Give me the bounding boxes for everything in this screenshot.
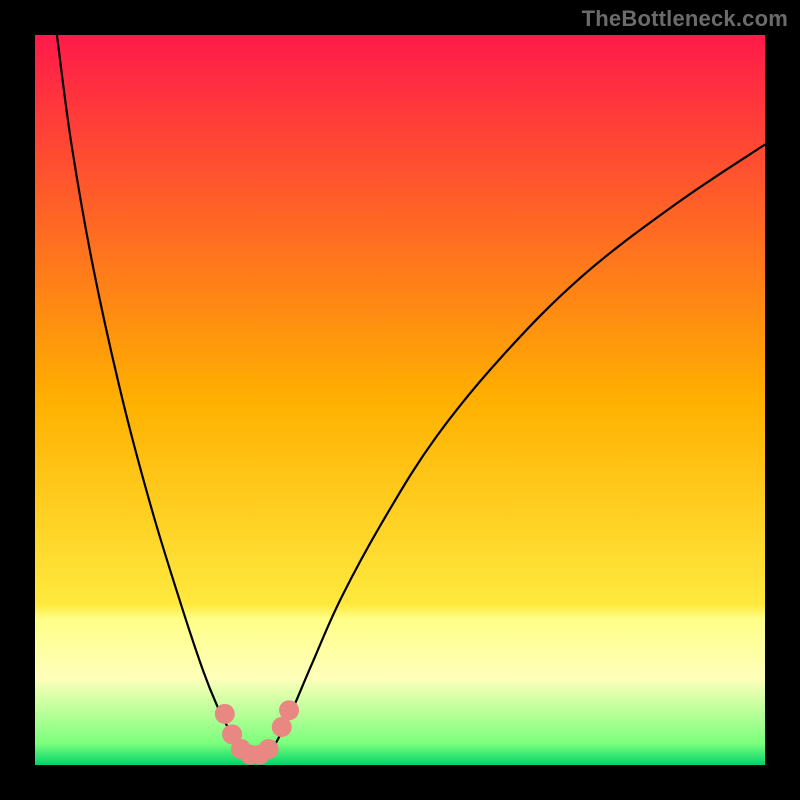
chart-background-gradient — [35, 35, 765, 765]
bottleneck-chart — [35, 35, 765, 765]
valley-marker — [259, 739, 279, 759]
valley-marker — [279, 700, 299, 720]
chart-frame: TheBottleneck.com — [0, 0, 800, 800]
valley-marker — [215, 704, 235, 724]
watermark-text: TheBottleneck.com — [582, 6, 788, 32]
